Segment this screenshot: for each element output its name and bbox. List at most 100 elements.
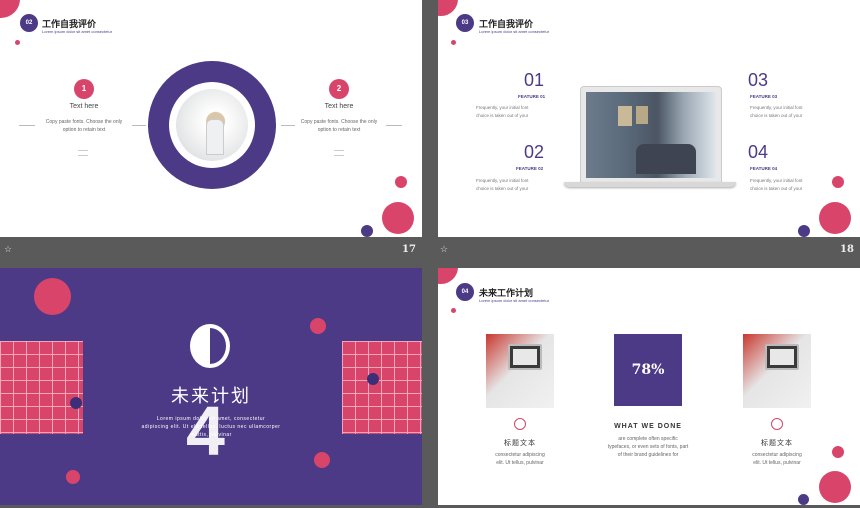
pink-grid-left bbox=[0, 341, 83, 434]
section-badge: 02 bbox=[20, 14, 38, 32]
feature-desc-line: choice is taken out of your bbox=[476, 186, 529, 191]
column-desc-line: elit. Ut tellus, pulvinar bbox=[753, 460, 801, 466]
feature-label: FEATURE 02 bbox=[516, 166, 544, 171]
slide-body: Lorem ipsum dolor sit amet, consectetur … bbox=[120, 415, 302, 439]
feature-desc-line: Frequently, your initial font bbox=[750, 105, 803, 110]
decor-dot bbox=[832, 446, 844, 458]
body-line: Lorem ipsum dolor sit amet, consectetur bbox=[156, 416, 266, 422]
divider bbox=[78, 150, 88, 151]
slide-subtitle: Lorem ipsum dolor sit amet consectetur bbox=[479, 29, 550, 34]
portrait-photo bbox=[176, 89, 248, 161]
feature-desc-line: Frequently, your initial font bbox=[476, 105, 529, 110]
feature-label: FEATURE 03 bbox=[750, 94, 778, 99]
body-line: adipiscing elit. Ut elit tellus, luctus … bbox=[141, 424, 281, 430]
item-description: Copy paste fonts. Choose the only option… bbox=[38, 118, 130, 134]
slide-subtitle: Lorem ipsum dolor sit amet consectetur bbox=[42, 29, 113, 34]
feature-number: 01 bbox=[524, 70, 545, 90]
divider bbox=[334, 150, 344, 151]
feature-label: FEATURE 04 bbox=[750, 166, 778, 171]
feature-desc-line: choice is taken out of your bbox=[750, 113, 803, 118]
item-number-badge: 1 bbox=[74, 79, 94, 99]
decor-dot bbox=[832, 176, 844, 188]
decor-dot bbox=[367, 373, 379, 385]
feature-description: Frequently, your initial font choice is … bbox=[750, 104, 822, 120]
decor-circle bbox=[0, 0, 20, 18]
column-desc-line: consectetur adipiscing bbox=[495, 452, 545, 458]
laptop-photo bbox=[486, 334, 554, 408]
section-badge: 04 bbox=[456, 283, 474, 301]
divider bbox=[78, 155, 88, 156]
feature-number: 04 bbox=[748, 142, 769, 162]
slide-17[interactable]: 02 工作自我评价 Lorem ipsum dolor sit amet con… bbox=[0, 0, 422, 237]
feature-desc-line: choice is taken out of your bbox=[750, 186, 803, 191]
decor-dot bbox=[70, 397, 82, 409]
column-heading: 标题文本 bbox=[761, 440, 793, 447]
column-heading: 标题文本 bbox=[504, 440, 536, 447]
decor-dot bbox=[361, 225, 373, 237]
feature-description: Frequently, your initial font choice is … bbox=[476, 104, 548, 120]
decor-circle bbox=[819, 471, 851, 503]
column-description: consectetur adipiscing elit. Ut tellus, … bbox=[735, 451, 819, 467]
item-desc-line: option to retain text bbox=[62, 127, 106, 133]
pink-grid-right bbox=[342, 341, 422, 434]
laptop-photo bbox=[743, 334, 811, 408]
decor-dot bbox=[314, 452, 330, 468]
feature-number: 02 bbox=[524, 142, 545, 162]
wall-art bbox=[618, 106, 632, 126]
star-icon[interactable]: ☆ bbox=[440, 244, 448, 255]
section-badge: 03 bbox=[456, 14, 474, 32]
person-figure bbox=[206, 119, 224, 155]
people bbox=[636, 144, 696, 174]
column-desc-line: of their brand guidelines for bbox=[617, 452, 679, 458]
percent-box: 78% bbox=[614, 334, 682, 406]
star-icon[interactable]: ☆ bbox=[4, 244, 12, 255]
slide-title: 未来计划 bbox=[171, 386, 251, 406]
slide-20[interactable]: 04 未来工作计划 Lorem ipsum dolor sit amet con… bbox=[438, 268, 860, 505]
item-desc-line: Copy paste fonts. Choose the only bbox=[300, 119, 378, 125]
column-desc-line: consectetur adipiscing bbox=[752, 452, 802, 458]
laptop-image bbox=[765, 344, 799, 370]
decor-dot bbox=[310, 318, 326, 334]
laptop-image bbox=[508, 344, 542, 370]
feature-desc-line: Frequently, your initial font bbox=[476, 178, 529, 183]
laptop-screen bbox=[580, 86, 722, 184]
column-description: are complete often specific typefaces, o… bbox=[588, 435, 708, 459]
decor-dot bbox=[798, 494, 809, 505]
contrast-icon bbox=[190, 324, 230, 368]
feature-desc-line: Frequently, your initial font bbox=[750, 178, 803, 183]
item-desc-line: Copy paste fonts. Choose the only bbox=[45, 119, 123, 125]
decor-circle bbox=[819, 202, 851, 234]
decor-dot bbox=[798, 225, 810, 237]
feature-label: FEATURE 01 bbox=[518, 94, 546, 99]
decor-circle bbox=[438, 268, 458, 284]
item-desc-line: option to retain text bbox=[317, 127, 361, 133]
slide-19[interactable]: 4 未来计划 Lorem ipsum dolor sit amet, conse… bbox=[0, 268, 422, 505]
decor-dot bbox=[395, 176, 407, 188]
body-line: mattis, pulvinar bbox=[190, 432, 232, 438]
laptop-base bbox=[564, 182, 736, 187]
divider bbox=[132, 125, 146, 126]
decor-circle bbox=[34, 278, 71, 315]
decor-dot bbox=[451, 40, 456, 45]
decor-dot bbox=[66, 470, 80, 484]
decor-dot bbox=[15, 40, 20, 45]
decor-circle bbox=[382, 202, 414, 234]
item-description: Copy paste fonts. Choose the only option… bbox=[293, 118, 385, 134]
globe-icon bbox=[771, 418, 783, 430]
wall-art bbox=[636, 106, 648, 124]
column-desc-line: elit. Ut tellus, pulvinar bbox=[496, 460, 544, 466]
feature-description: Frequently, your initial font choice is … bbox=[750, 177, 822, 193]
slide-number: 18 bbox=[840, 244, 854, 255]
office-photo bbox=[586, 92, 716, 178]
slide-number: 17 bbox=[402, 244, 416, 255]
slide-subtitle: Lorem ipsum dolor sit amet consectetur bbox=[479, 298, 550, 303]
divider bbox=[334, 155, 344, 156]
globe-icon bbox=[514, 418, 526, 430]
divider bbox=[19, 125, 35, 126]
decor-dot bbox=[451, 308, 456, 313]
column-heading: WHAT WE DONE bbox=[614, 423, 682, 430]
slide-18[interactable]: 03 工作自我评价 Lorem ipsum dolor sit amet con… bbox=[438, 0, 860, 237]
decor-circle bbox=[438, 0, 458, 16]
feature-desc-line: choice is taken out of your bbox=[476, 113, 529, 118]
column-desc-line: are complete often specific bbox=[618, 436, 678, 442]
